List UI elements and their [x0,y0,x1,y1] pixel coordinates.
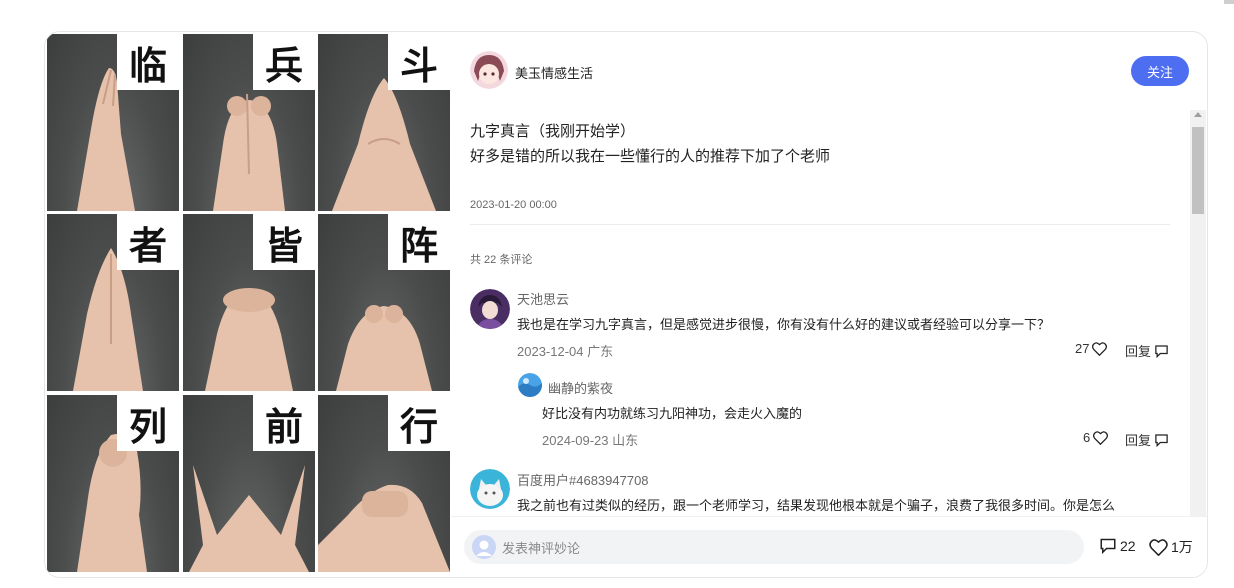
like-count: 27 [1075,341,1090,356]
commenter-name[interactable]: 天池思云 [517,289,569,308]
heart-icon [1093,430,1109,445]
post-detail-panel: 美玉情感生活 关注 九字真言（我刚开始学） 好多是错的所以我在一些懂行的人的推荐… [451,32,1207,577]
post-body: 好多是错的所以我在一些懂行的人的推荐下加了个老师 [470,148,831,165]
reply-user-name[interactable]: 幽静的紫夜 [548,378,613,397]
comment-input[interactable]: 发表神评妙论 [464,530,1084,564]
author-avatar[interactable] [470,51,508,89]
reply-label: 回复 [1125,344,1152,359]
mudra-character: 行 [388,395,450,451]
divider [470,224,1170,225]
mudra-character: 兵 [253,34,315,90]
post-title: 九字真言（我刚开始学） [470,123,636,140]
mudra-character: 阵 [388,214,450,270]
user-avatar-placeholder-icon [472,535,496,559]
grid-image-2[interactable]: 兵 [183,34,315,211]
follow-button[interactable]: 关注 [1131,56,1189,86]
like-count: 6 [1083,430,1091,445]
mudra-character: 临 [117,34,179,90]
reply-date-location: 2024-09-23 山东 [542,433,639,448]
reply-text: 好比没有内功就练习九阳神功，会走火入魔的 [542,406,803,421]
mudra-character: 者 [117,214,179,270]
mudra-character: 前 [253,395,315,451]
commenter-name[interactable]: 百度用户#4683947708 [517,470,649,489]
heart-icon [1092,341,1108,356]
grid-image-1[interactable]: 临 [47,34,179,211]
comment-reply-button[interactable]: 回复 [1125,341,1169,360]
corner-mark [1224,0,1234,4]
reply-avatar[interactable] [518,373,542,397]
comment-input-bar: 发表神评妙论 22 1万 [451,516,1207,577]
reply-label: 回复 [1125,433,1152,448]
comment-2-container: 百度用户#4683947708 我之前也有过类似的经历，跟一个老师学习，结果发现… [451,462,1187,514]
comments-scrollbar[interactable] [1190,110,1206,516]
grid-image-8[interactable]: 前 [183,395,315,572]
post-card: 临 兵 斗 者 皆 阵 列 前 行 美玉情感生活 关注 九字真言（我刚开始学） … [44,31,1208,578]
author-name[interactable]: 美玉情感生活 [515,63,593,82]
comment-bubble-icon [1155,433,1168,447]
comment-bubble-icon [1155,344,1168,358]
comment-date-location: 2023-12-04 广东 [517,344,614,359]
image-grid[interactable]: 临 兵 斗 者 皆 阵 列 前 行 [47,34,451,575]
comment-total: 22 [1120,537,1136,554]
scroll-up-arrow-icon[interactable] [1194,112,1202,117]
comment-text: 我也是在学习九字真言，但是感觉进步很慢，你有没有什么好的建议或者经验可以分享一下… [517,317,1051,332]
reply-like-button[interactable]: 6 [1083,430,1109,445]
grid-image-3[interactable]: 斗 [318,34,450,211]
scrollbar-thumb[interactable] [1192,127,1204,214]
commenter-avatar[interactable] [470,469,510,509]
like-total: 1万 [1171,539,1193,555]
comment-text: 我之前也有过类似的经历，跟一个老师学习，结果发现他根本就是个骗子，浪费了我很多时… [517,498,1116,513]
grid-image-6[interactable]: 阵 [318,214,450,391]
comment-count: 共 22 条评论 [470,254,533,266]
grid-image-7[interactable]: 列 [47,395,179,572]
mudra-character: 皆 [253,214,315,270]
comment-input-placeholder: 发表神评妙论 [502,540,581,556]
mudra-character: 列 [117,395,179,451]
post-date: 2023-01-20 00:00 [470,199,557,211]
heart-icon [1149,538,1168,556]
grid-image-5[interactable]: 皆 [183,214,315,391]
like-total-button[interactable]: 1万 [1149,537,1193,557]
reply-reply-button[interactable]: 回复 [1125,430,1169,449]
commenter-avatar[interactable] [470,289,510,329]
comment-like-button[interactable]: 27 [1075,341,1108,356]
grid-image-9[interactable]: 行 [318,395,450,572]
mudra-character: 斗 [388,34,450,90]
comment-total-button[interactable]: 22 [1099,537,1136,554]
grid-image-4[interactable]: 者 [47,214,179,391]
comment-bubble-icon [1100,538,1116,554]
